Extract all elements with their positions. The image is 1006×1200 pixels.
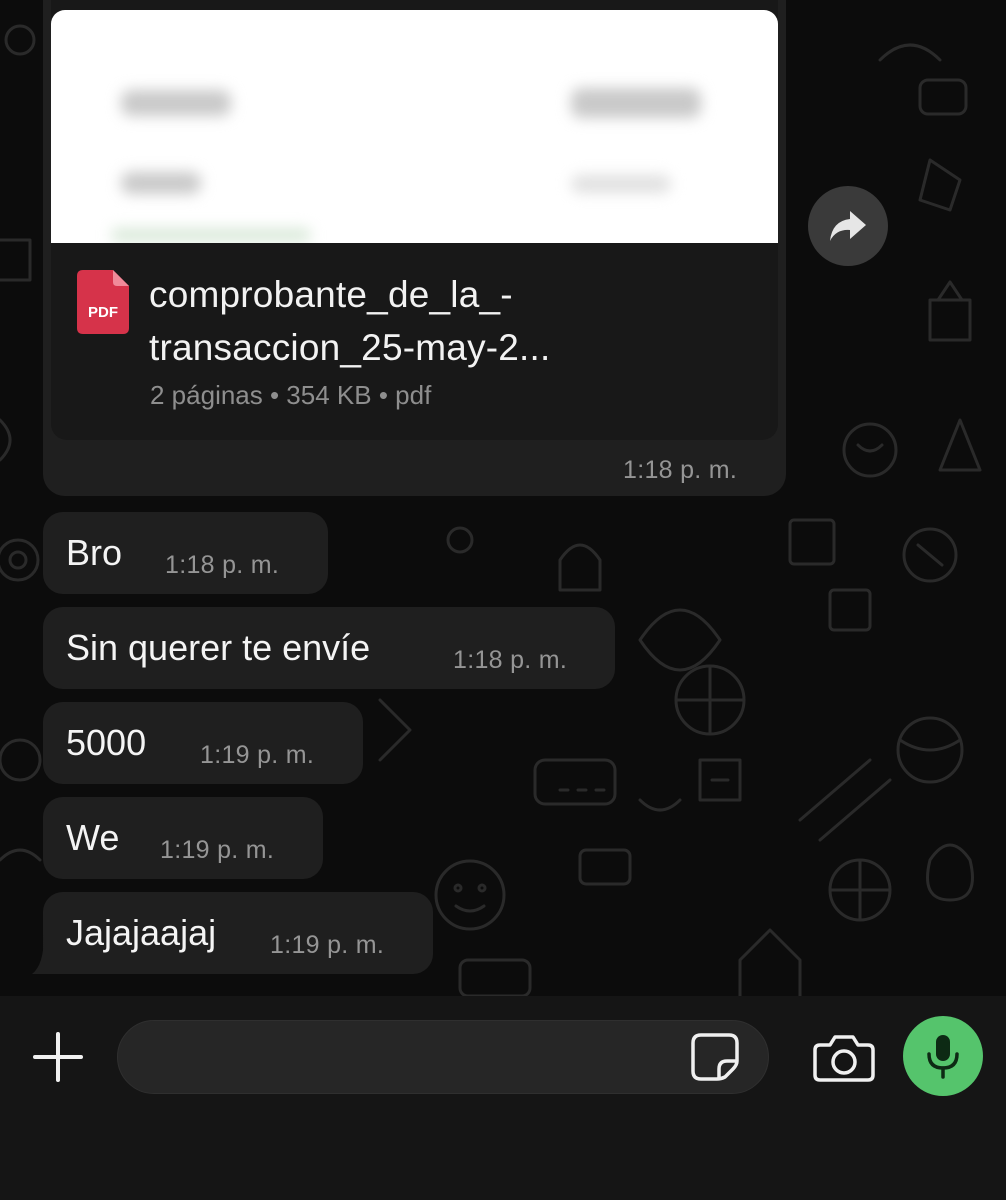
pdf-icon-label: PDF: [88, 304, 118, 321]
document-meta: 2 páginas • 354 KB • pdf: [150, 380, 432, 410]
microphone-icon: [927, 1035, 959, 1079]
document-message-bubble[interactable]: PDF comprobante_de_la_- transaccion_25-m…: [43, 0, 786, 496]
forward-icon: [830, 211, 866, 241]
message-bubble[interactable]: Jajajaajaj 1:19 p. m.: [43, 892, 433, 974]
sticker-icon: [691, 1033, 739, 1081]
message-bubble[interactable]: Bro 1:18 p. m.: [43, 512, 328, 594]
message-text: Bro: [66, 532, 123, 573]
voice-message-button[interactable]: [903, 1016, 983, 1096]
forward-button[interactable]: [808, 186, 888, 266]
message-timestamp: 1:18 p. m.: [165, 551, 280, 579]
message-timestamp: 1:18 p. m.: [623, 456, 738, 484]
message-timestamp: 1:18 p. m.: [453, 646, 568, 674]
message-timestamp: 1:19 p. m.: [200, 741, 315, 769]
message-bubble[interactable]: Sin querer te envíe 1:18 p. m.: [43, 607, 615, 689]
message-text: Jajajaajaj: [66, 912, 217, 953]
message-input[interactable]: [117, 1020, 769, 1094]
message-timestamp: 1:19 p. m.: [270, 931, 385, 959]
bubble-tail: [32, 935, 54, 974]
document-file-name: comprobante_de_la_- transaccion_25-may-2…: [149, 268, 749, 374]
sticker-button[interactable]: [689, 1031, 741, 1083]
message-bubble[interactable]: 5000 1:19 p. m.: [43, 702, 363, 784]
attach-button[interactable]: [31, 1030, 85, 1084]
pdf-file-icon: PDF: [77, 270, 129, 334]
plus-icon: [33, 1032, 83, 1082]
message-text: Sin querer te envíe: [66, 627, 371, 668]
document-file-name-line2: transaccion_25-may-2...: [149, 327, 551, 368]
document-file-name-line1: comprobante_de_la_-: [149, 274, 513, 315]
message-text: 5000: [66, 722, 147, 763]
document-card[interactable]: PDF comprobante_de_la_- transaccion_25-m…: [51, 0, 778, 440]
message-text: We: [66, 817, 120, 858]
document-preview-thumbnail[interactable]: [51, 10, 778, 243]
camera-button[interactable]: [812, 1033, 876, 1083]
camera-icon: [813, 1035, 875, 1082]
message-timestamp: 1:19 p. m.: [160, 836, 275, 864]
message-bubble[interactable]: We 1:19 p. m.: [43, 797, 323, 879]
